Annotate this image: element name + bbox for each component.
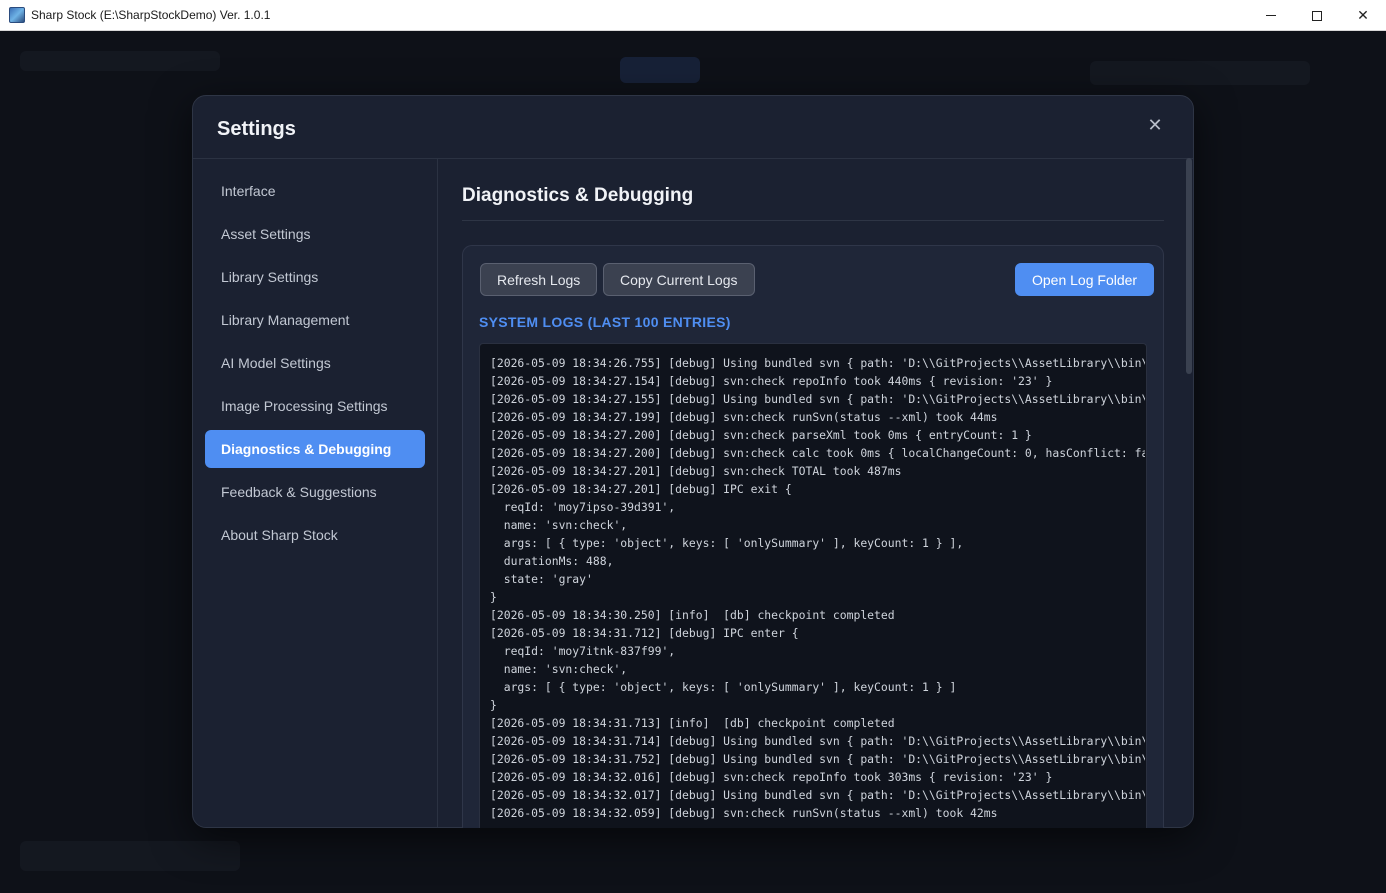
close-icon: ✕ <box>1357 7 1369 24</box>
modal-title: Settings <box>217 118 296 140</box>
app-icon <box>9 7 25 23</box>
sidebar-item-asset-settings[interactable]: Asset Settings <box>205 215 425 253</box>
log-line: [2026-05-09 18:34:32.059] [debug] svn:ch… <box>490 806 998 820</box>
window-titlebar: Sharp Stock (E:\SharpStockDemo) Ver. 1.0… <box>0 0 1386 31</box>
sidebar-item-feedback[interactable]: Feedback & Suggestions <box>205 473 425 511</box>
log-line: [2026-05-09 18:34:27.154] [debug] svn:ch… <box>490 374 1053 388</box>
sidebar-item-diagnostics[interactable]: Diagnostics & Debugging <box>205 430 425 468</box>
sidebar-item-library-settings[interactable]: Library Settings <box>205 258 425 296</box>
sidebar-item-ai-model-settings[interactable]: AI Model Settings <box>205 344 425 382</box>
sidebar-item-about[interactable]: About Sharp Stock <box>205 516 425 554</box>
bg-decoration <box>20 51 220 71</box>
log-line: name: 'svn:check', <box>490 662 628 676</box>
bg-decoration <box>620 57 700 83</box>
log-line: [2026-05-09 18:34:31.752] [debug] Using … <box>490 752 1145 766</box>
log-line: } <box>490 698 497 712</box>
log-line: args: [ { type: 'object', keys: [ 'onlyS… <box>490 680 957 694</box>
log-line: [2026-05-09 18:34:31.712] [debug] IPC en… <box>490 626 799 640</box>
sidebar-item-interface[interactable]: Interface <box>205 172 425 210</box>
maximize-icon <box>1312 10 1322 21</box>
section-title: Diagnostics & Debugging <box>462 185 694 206</box>
log-line: [2026-05-09 18:34:27.201] [debug] IPC ex… <box>490 482 792 496</box>
settings-sidebar: Interface Asset Settings Library Setting… <box>193 159 438 827</box>
log-line: [2026-05-09 18:34:31.713] [info] [db] ch… <box>490 716 895 730</box>
log-line: } <box>490 590 497 604</box>
log-line: reqId: 'moy7itnk-837f99', <box>490 644 676 658</box>
log-line: name: 'svn:check', <box>490 518 628 532</box>
log-line: [2026-05-09 18:34:32.016] [debug] svn:ch… <box>490 770 1053 784</box>
log-line: reqId: 'moy7ipso-39d391', <box>490 500 676 514</box>
log-line: [2026-05-09 18:34:27.201] [debug] svn:ch… <box>490 464 902 478</box>
copy-logs-button[interactable]: Copy Current Logs <box>603 263 755 296</box>
log-line: [2026-05-09 18:34:30.250] [info] [db] ch… <box>490 608 895 622</box>
log-line: [2026-05-09 18:34:26.755] [debug] Using … <box>490 356 1145 370</box>
close-window-button[interactable]: ✕ <box>1340 0 1386 31</box>
minimize-icon <box>1266 15 1276 16</box>
log-line: [2026-05-09 18:34:27.200] [debug] svn:ch… <box>490 446 1145 460</box>
window-controls: ✕ <box>1248 0 1386 31</box>
maximize-button[interactable] <box>1294 0 1340 31</box>
modal-close-button[interactable]: ✕ <box>1145 115 1165 137</box>
log-line: [2026-05-09 18:34:27.199] [debug] svn:ch… <box>490 410 998 424</box>
log-line: [2026-05-09 18:34:31.714] [debug] Using … <box>490 734 1145 748</box>
refresh-logs-button[interactable]: Refresh Logs <box>480 263 598 296</box>
log-line: [2026-05-09 18:34:27.200] [debug] svn:ch… <box>490 428 1032 442</box>
close-icon: ✕ <box>1147 115 1163 136</box>
logs-panel: Refresh Logs Copy Current Logs Open Log … <box>462 245 1164 828</box>
modal-header: Settings ✕ <box>193 96 1193 159</box>
log-output[interactable]: [2026-05-09 18:34:26.755] [debug] Using … <box>479 343 1147 828</box>
log-line: durationMs: 488, <box>490 554 614 568</box>
sidebar-item-image-processing[interactable]: Image Processing Settings <box>205 387 425 425</box>
open-log-folder-button[interactable]: Open Log Folder <box>1015 263 1155 296</box>
window-title: Sharp Stock (E:\SharpStockDemo) Ver. 1.0… <box>31 8 271 22</box>
log-line: args: [ { type: 'object', keys: [ 'onlyS… <box>490 536 964 550</box>
log-line: state: 'gray' <box>490 572 593 586</box>
bg-decoration <box>20 841 240 871</box>
modal-scrollbar[interactable] <box>1186 158 1192 374</box>
log-line: [2026-05-09 18:34:27.155] [debug] Using … <box>490 392 1145 406</box>
sidebar-item-library-management[interactable]: Library Management <box>205 301 425 339</box>
system-logs-label: SYSTEM LOGS (LAST 100 ENTRIES) <box>479 314 731 330</box>
minimize-button[interactable] <box>1248 0 1294 31</box>
section-divider <box>462 220 1164 221</box>
log-text: [2026-05-09 18:34:26.755] [debug] Using … <box>490 354 1145 822</box>
bg-decoration <box>1090 61 1310 85</box>
log-line: [2026-05-09 18:34:32.017] [debug] Using … <box>490 788 1145 802</box>
